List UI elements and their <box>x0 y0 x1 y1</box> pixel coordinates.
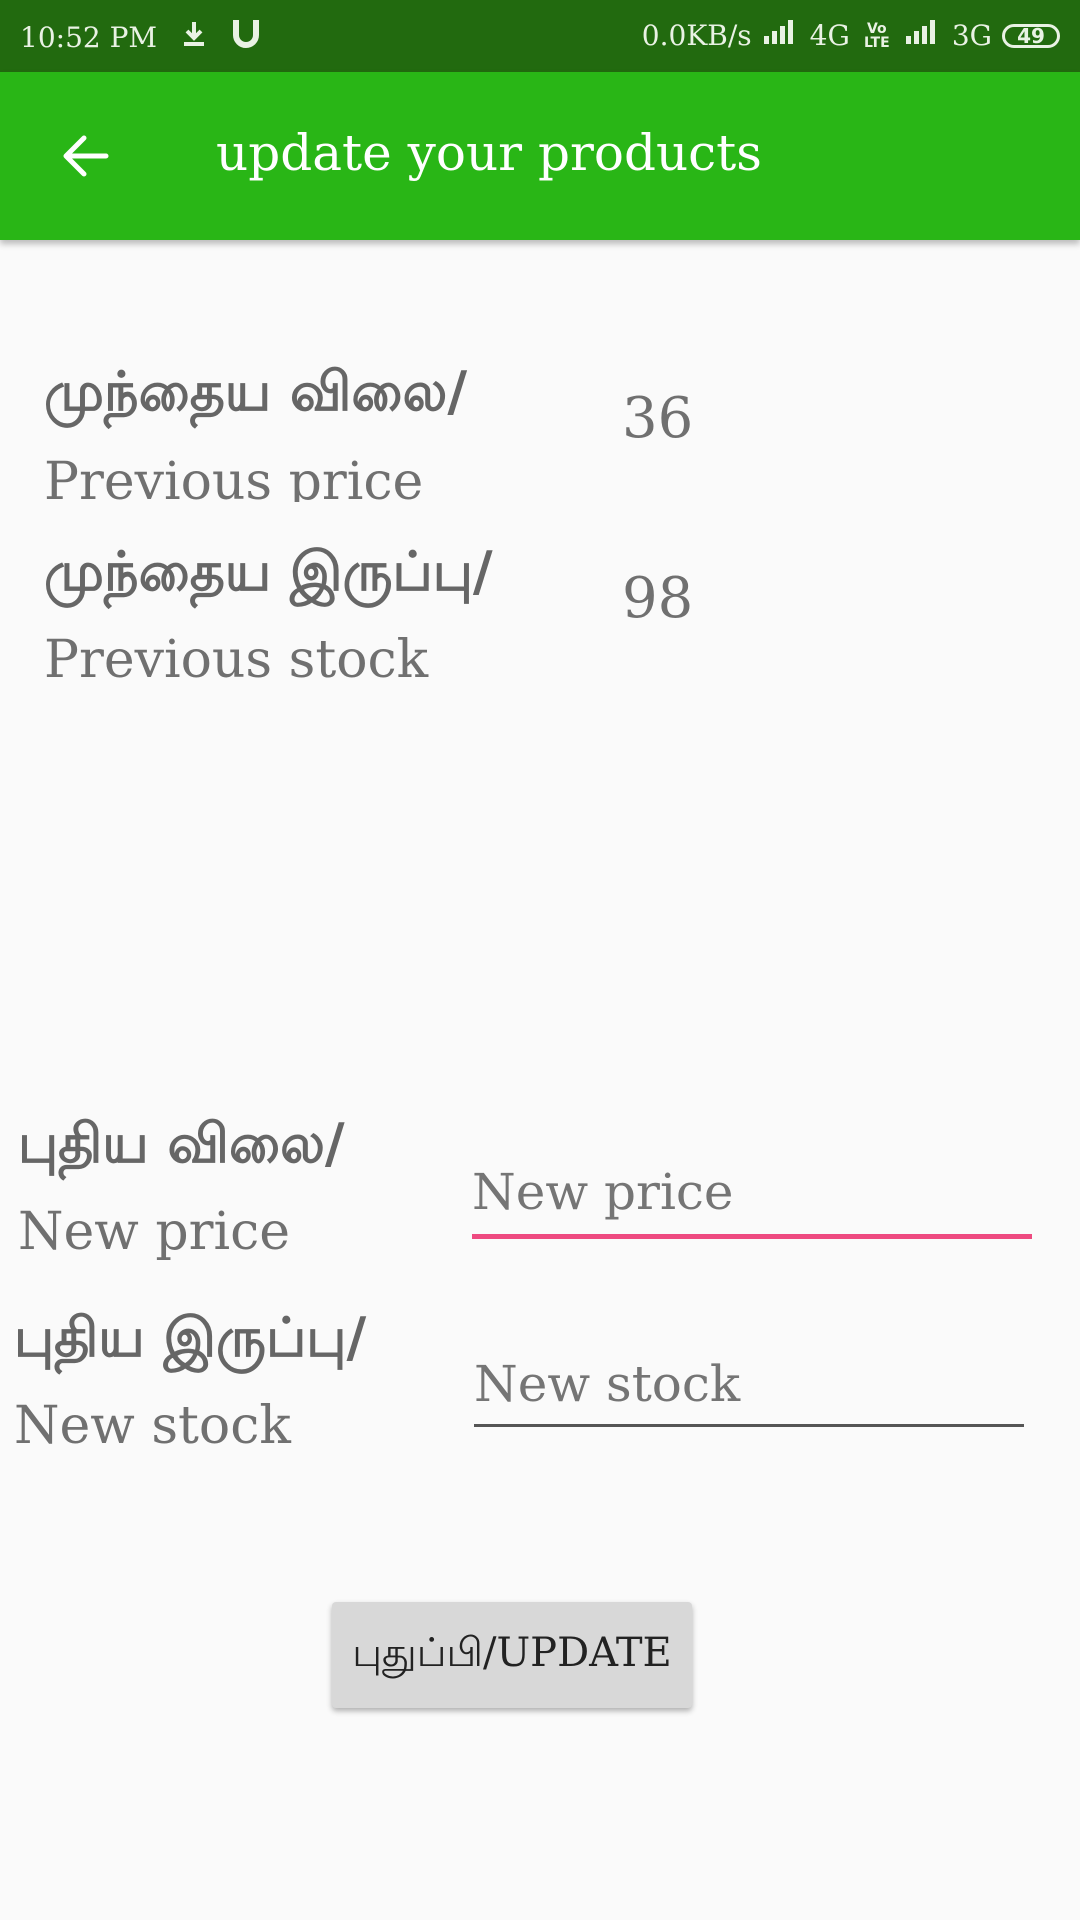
volte-icon: Vo LTE <box>863 20 890 51</box>
status-bar-left: 10:52 PM <box>20 18 261 57</box>
battery-level: 49 <box>1017 23 1045 48</box>
previous-stock-label-tamil: முந்தைய இருப்பு/ <box>44 540 493 603</box>
status-bar: 10:52 PM 0.0KB/s 4G Vo LTE 3G 49 <box>0 0 1080 72</box>
new-stock-input[interactable] <box>474 1352 1024 1416</box>
arrow-back-icon <box>63 135 109 177</box>
new-stock-underline <box>474 1424 1024 1427</box>
previous-stock-label-english: Previous stock <box>44 630 429 690</box>
new-price-label-tamil: புதிய விலை/ <box>18 1112 345 1175</box>
new-price-underline <box>472 1234 1032 1239</box>
status-bar-right: 0.0KB/s 4G Vo LTE 3G 49 <box>642 18 1060 53</box>
new-price-label-english: New price <box>18 1202 290 1262</box>
previous-price-value: 36 <box>622 386 694 451</box>
update-button-label: புதுப்பி/UPDATE <box>352 1629 672 1676</box>
signal-icon <box>762 18 800 53</box>
network-2-label: 3G <box>951 19 992 52</box>
battery-icon: 49 <box>1002 23 1060 48</box>
previous-price-label-clip: Previous price <box>44 440 524 502</box>
magnet-icon <box>231 18 261 57</box>
download-icon <box>179 19 209 56</box>
signal-icon-2 <box>904 18 942 53</box>
net-speed: 0.0KB/s <box>641 19 752 52</box>
back-button[interactable] <box>56 128 112 184</box>
previous-price-label-tamil: முந்தைய விலை/ <box>44 360 468 423</box>
previous-stock-value: 98 <box>622 566 694 631</box>
page-title: update your products <box>216 124 762 182</box>
status-time: 10:52 PM <box>20 21 158 54</box>
new-price-input[interactable] <box>472 1160 1032 1224</box>
new-stock-label-english: New stock <box>14 1396 291 1456</box>
app-bar: update your products <box>0 72 1080 240</box>
network-1-label: 4G <box>809 19 850 52</box>
previous-price-label-english: Previous price <box>44 452 424 502</box>
update-button[interactable]: புதுப்பி/UPDATE <box>332 1602 692 1708</box>
new-stock-label-tamil: புதிய இருப்பு/ <box>14 1306 367 1369</box>
